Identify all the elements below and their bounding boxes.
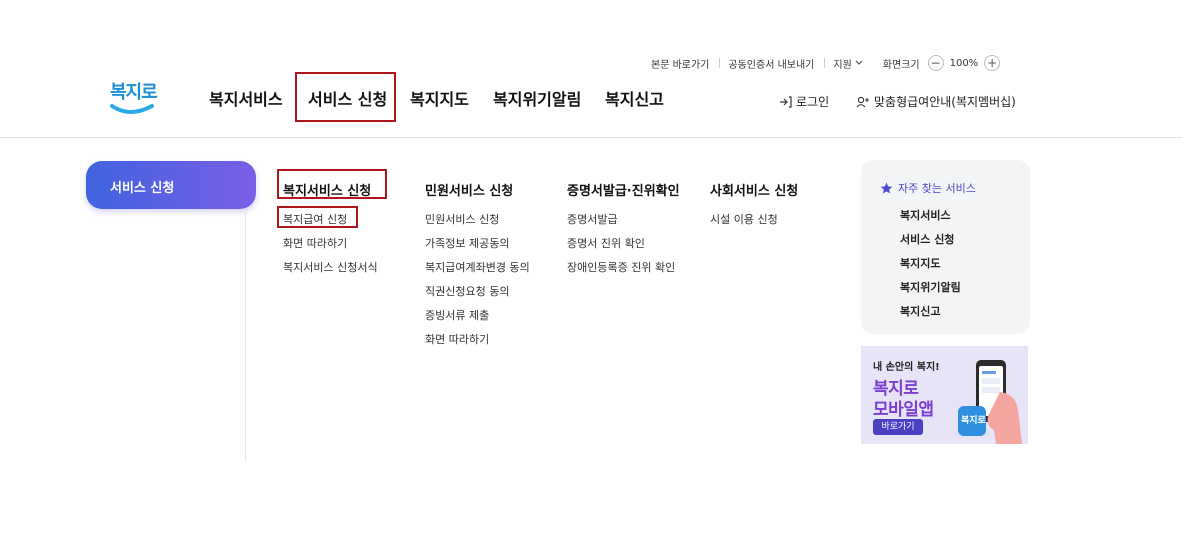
menu-title-certificate[interactable]: 증명서발급·진위확인 <box>567 180 680 199</box>
login-label: 로그인 <box>796 95 830 109</box>
vertical-divider <box>245 210 246 462</box>
favorite-item[interactable]: 복지서비스 <box>900 207 951 223</box>
favorite-item[interactable]: 복지위기알림 <box>900 279 961 295</box>
star-icon <box>880 182 893 194</box>
zoom-out-button[interactable]: − <box>927 55 944 71</box>
menu-item[interactable]: 민원서비스 신청 <box>425 211 499 227</box>
zoom-value: 100% <box>949 57 979 69</box>
side-tab-service-apply[interactable]: 서비스 신청 <box>86 161 256 209</box>
menu-item[interactable]: 장애인등록증 진위 확인 <box>567 259 675 275</box>
site-logo[interactable]: 복지로 <box>104 76 160 120</box>
login-link[interactable]: 로그인 <box>779 93 829 110</box>
nav-welfare-report[interactable]: 복지신고 <box>605 86 664 110</box>
highlight-box <box>277 169 387 199</box>
menu-item[interactable]: 가족정보 제공동의 <box>425 235 509 251</box>
divider <box>824 58 826 68</box>
menu-item[interactable]: 화면 따라하기 <box>425 331 489 347</box>
menu-title-social-service[interactable]: 사회서비스 신청 <box>710 180 798 199</box>
banner-title-line2: 모바일앱 <box>873 400 934 420</box>
menu-item[interactable]: 증명서발급 <box>567 211 618 227</box>
phone-badge-text: 복지로 <box>961 416 986 426</box>
menu-item[interactable]: 시설 이용 신청 <box>710 211 778 227</box>
phone-hand-icon <box>958 360 1022 444</box>
support-label: 지원 <box>833 59 852 71</box>
nav-crisis-alert[interactable]: 복지위기알림 <box>493 86 581 110</box>
menu-item[interactable]: 복지서비스 신청서식 <box>283 259 378 275</box>
nav-welfare-service[interactable]: 복지서비스 <box>209 86 283 110</box>
favorite-item[interactable]: 복지지도 <box>900 255 940 271</box>
side-tab-label: 서비스 신청 <box>110 181 175 196</box>
membership-label: 맞춤형급여안내(복지멤버십) <box>874 95 1016 109</box>
favorites-title: 자주 찾는 서비스 <box>880 180 976 196</box>
chevron-down-icon <box>855 60 863 65</box>
cert-export-link[interactable]: 공동인증서 내보내기 <box>728 56 814 71</box>
menu-item[interactable]: 증빙서류 제출 <box>425 307 489 323</box>
banner-tagline: 내 손안의 복지! <box>873 362 940 373</box>
support-dropdown[interactable]: 지원 <box>833 56 863 71</box>
divider <box>719 58 721 68</box>
nav-welfare-map[interactable]: 복지지도 <box>410 86 469 110</box>
user-plus-icon <box>856 96 869 107</box>
menu-item[interactable]: 화면 따라하기 <box>283 235 347 251</box>
banner-go-button[interactable]: 바로가기 <box>873 419 923 435</box>
menu-item[interactable]: 복지급여계좌변경 동의 <box>425 259 530 275</box>
favorites-title-text: 자주 찾는 서비스 <box>898 182 976 195</box>
mobile-app-banner[interactable]: 내 손안의 복지! 복지로 모바일앱 바로가기 복지로 <box>861 346 1028 444</box>
utility-bar: 본문 바로가기 공동인증서 내보내기 지원 화면크기 − 100% + <box>651 55 1001 71</box>
highlight-box <box>277 206 358 228</box>
membership-link[interactable]: 맞춤형급여안내(복지멤버십) <box>856 93 1016 110</box>
favorite-item[interactable]: 복지신고 <box>900 303 940 319</box>
menu-item[interactable]: 증명서 진위 확인 <box>567 235 645 251</box>
menu-title-civil-apply[interactable]: 민원서비스 신청 <box>425 180 513 199</box>
nav-highlight-box <box>295 72 396 122</box>
logo-smile-icon <box>110 104 154 114</box>
favorite-item[interactable]: 서비스 신청 <box>900 231 954 247</box>
menu-item[interactable]: 직권신청요청 동의 <box>425 283 509 299</box>
zoom-label: 화면크기 <box>882 59 920 71</box>
login-icon <box>780 95 792 108</box>
header-divider <box>0 137 1182 138</box>
zoom-in-button[interactable]: + <box>984 55 1001 71</box>
skip-to-content-link[interactable]: 본문 바로가기 <box>651 56 709 71</box>
